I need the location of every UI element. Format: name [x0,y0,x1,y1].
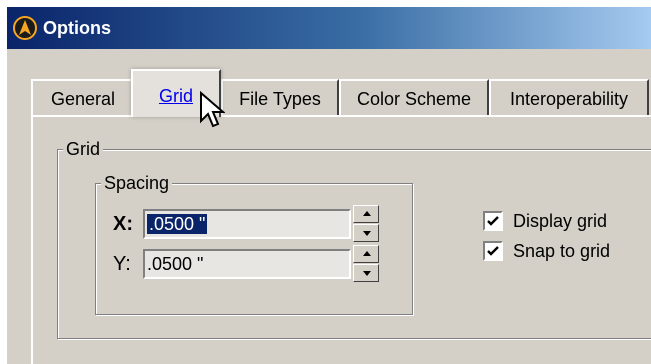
snap-to-grid-label[interactable]: Snap to grid [513,241,610,262]
tab-color-scheme[interactable]: Color Scheme [339,79,489,115]
tab-grid-label: Grid [158,86,193,106]
mouse-pointer-icon [200,91,225,128]
tab-interoperability-label: Interoperability [509,89,629,109]
window-title: Options [43,18,111,38]
y-spin-down-button[interactable] [353,264,379,282]
display-grid-label[interactable]: Display grid [513,211,607,232]
y-spin-up-button[interactable] [353,245,379,263]
spin-down-icon [363,271,371,276]
spacing-group-label: Spacing [101,173,173,193]
x-spacing-spinner[interactable] [353,205,381,243]
x-label: X: [113,213,133,235]
options-dialog: Options General Grid File Types Color Sc… [6,6,651,364]
tab-panel-grid: Grid Spacing X: .0500 " Y: .0500 " Displ… [31,115,651,364]
x-spin-down-button[interactable] [353,224,379,242]
app-logo-icon [13,16,37,40]
x-spacing-value: .0500 " [147,214,208,234]
checkmark-icon [487,246,499,256]
title-bar[interactable]: Options [7,7,651,49]
spin-up-icon [363,211,371,216]
tab-general-label: General [50,89,116,109]
tab-file-types-label: File Types [239,89,321,109]
grid-group-label: Grid [63,139,104,159]
checkmark-icon [487,216,499,226]
tab-color-scheme-label: Color Scheme [356,89,472,109]
y-spacing-input[interactable]: .0500 " [143,249,351,279]
tab-general[interactable]: General [31,79,135,115]
spin-down-icon [363,231,371,236]
spin-up-icon [363,251,371,256]
y-spacing-value: .0500 " [147,254,204,274]
x-spin-up-button[interactable] [353,205,379,223]
y-label: Y: [113,253,131,275]
tab-file-types[interactable]: File Types [221,79,339,115]
snap-to-grid-checkbox[interactable] [483,241,503,261]
y-spacing-spinner[interactable] [353,245,381,283]
x-spacing-input[interactable]: .0500 " [143,209,351,239]
tab-interoperability[interactable]: Interoperability [489,79,649,115]
display-grid-checkbox[interactable] [483,211,503,231]
